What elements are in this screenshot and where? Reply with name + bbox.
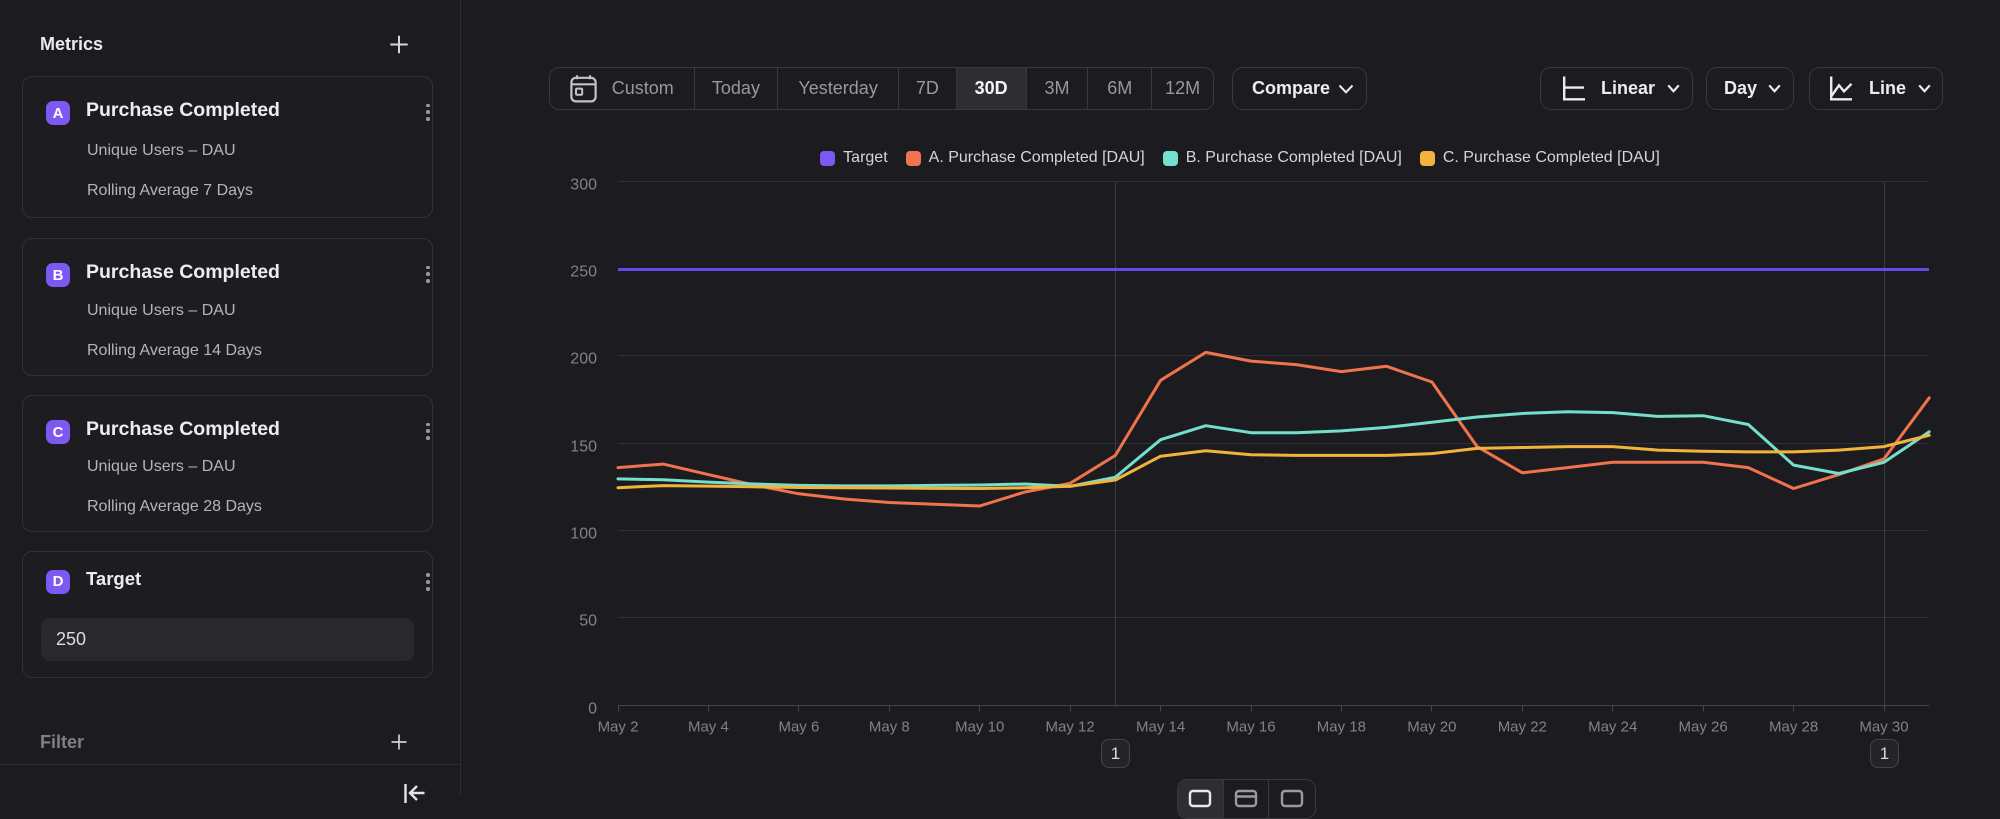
svg-text:May 18: May 18: [1317, 719, 1366, 736]
svg-text:May 8: May 8: [869, 719, 910, 736]
svg-text:May 6: May 6: [778, 719, 819, 736]
svg-text:May 24: May 24: [1588, 719, 1637, 736]
svg-text:May 20: May 20: [1407, 719, 1456, 736]
svg-text:200: 200: [570, 351, 597, 368]
svg-text:300: 300: [570, 176, 597, 193]
svg-text:May 22: May 22: [1498, 719, 1547, 736]
svg-text:100: 100: [570, 525, 597, 542]
svg-text:50: 50: [579, 613, 597, 630]
svg-text:0: 0: [588, 700, 597, 717]
svg-text:May 14: May 14: [1136, 719, 1185, 736]
svg-text:May 4: May 4: [688, 719, 729, 736]
svg-text:May 30: May 30: [1859, 719, 1908, 736]
svg-text:250: 250: [570, 264, 597, 281]
svg-text:150: 150: [570, 438, 597, 455]
svg-text:May 2: May 2: [598, 719, 639, 736]
svg-text:May 12: May 12: [1045, 719, 1094, 736]
svg-text:May 10: May 10: [955, 719, 1004, 736]
svg-text:May 28: May 28: [1769, 719, 1818, 736]
svg-text:May 26: May 26: [1678, 719, 1727, 736]
svg-text:May 16: May 16: [1226, 719, 1275, 736]
